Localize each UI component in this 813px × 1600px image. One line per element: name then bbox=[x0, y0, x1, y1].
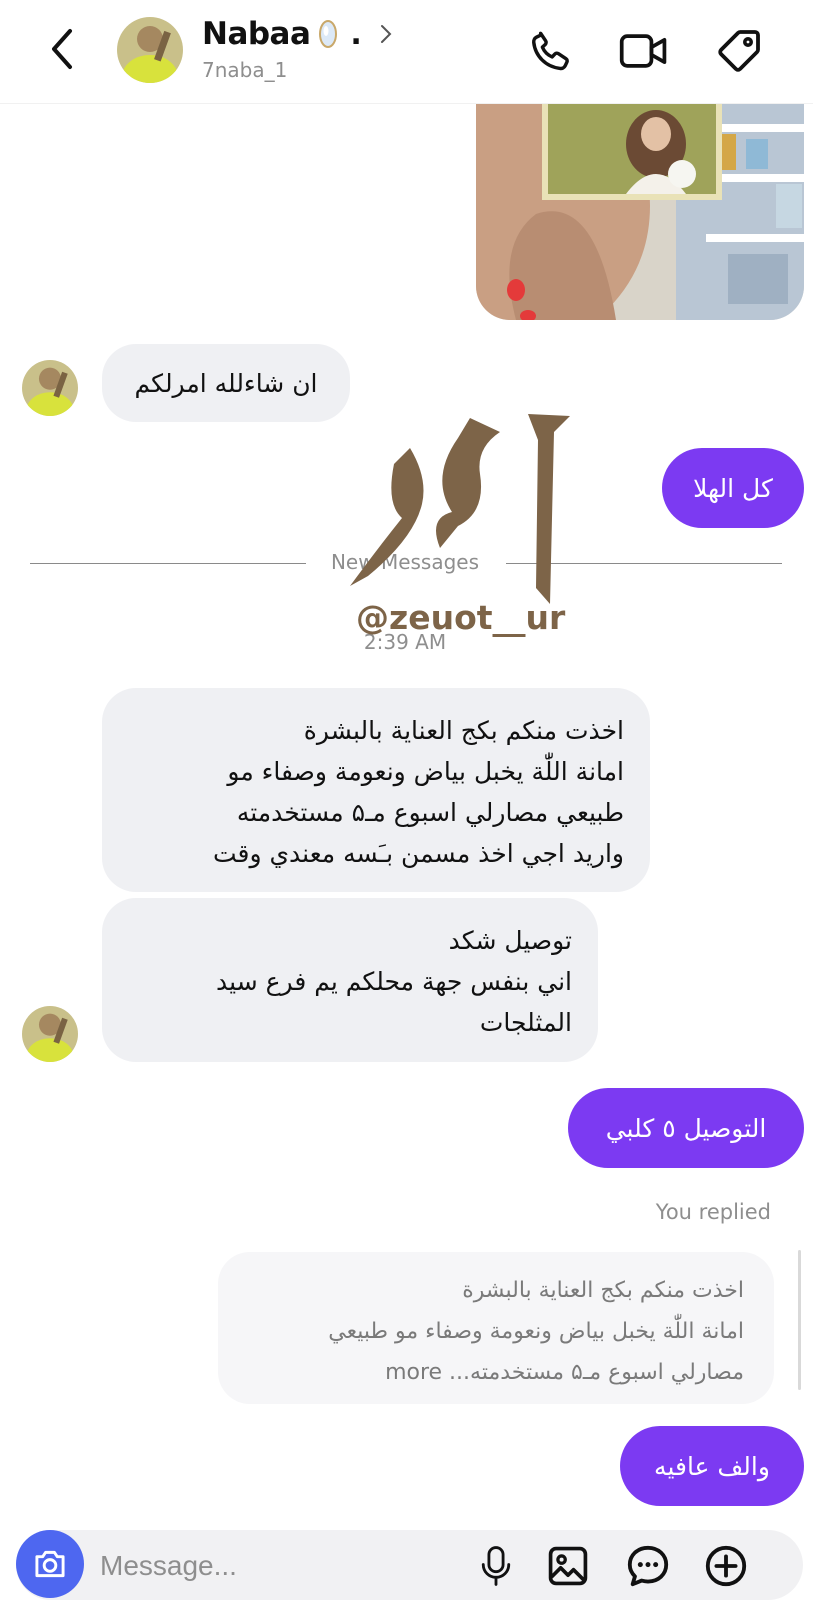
message-text: كل الهلا bbox=[693, 473, 773, 503]
incoming-message[interactable]: اخذت منكم بكج العناية بالبشرة امانة اللّ… bbox=[102, 688, 650, 892]
phone-icon bbox=[532, 31, 569, 71]
camera-icon bbox=[35, 1550, 65, 1578]
message-line: توصيل شكد bbox=[448, 926, 572, 955]
outgoing-message[interactable]: التوصيل ٥ كلبي bbox=[568, 1088, 804, 1168]
message-line: طبيعي مصارلي اسبوع مـ۵ مستخدمته bbox=[236, 798, 624, 827]
you-replied-label: You replied bbox=[655, 1200, 771, 1224]
sticker-icon bbox=[627, 1545, 669, 1587]
chat-header: Nabaa . 7naba_1 bbox=[0, 0, 813, 104]
voice-message-button[interactable] bbox=[470, 1538, 522, 1594]
new-messages-label: New Messages bbox=[330, 550, 480, 574]
message-line: امانة اللّٰة يخبل بياض ونعومة وصفاء مو bbox=[227, 757, 624, 786]
gallery-button[interactable] bbox=[542, 1538, 594, 1594]
contact-name: Nabaa bbox=[202, 16, 311, 52]
sender-avatar[interactable] bbox=[22, 1006, 78, 1062]
more-options-button[interactable] bbox=[700, 1538, 752, 1594]
outgoing-message[interactable]: كل الهلا bbox=[662, 448, 804, 528]
message-line: واريد اجي اخذ مسمن بـَسه معندي وقت bbox=[212, 839, 624, 868]
message-input[interactable] bbox=[100, 1540, 460, 1592]
voice-call-button[interactable] bbox=[524, 24, 578, 78]
back-icon bbox=[52, 29, 72, 69]
message-text: ان شاءلله امرلكم bbox=[134, 368, 318, 398]
tag-icon bbox=[718, 30, 760, 72]
video-call-button[interactable] bbox=[617, 24, 671, 78]
name-suffix: . bbox=[350, 16, 362, 52]
back-button[interactable] bbox=[40, 25, 84, 73]
video-call-icon bbox=[619, 34, 667, 68]
microphone-icon bbox=[481, 1546, 511, 1586]
message-text: التوصيل ٥ كلبي bbox=[605, 1113, 767, 1143]
quote-line: اخذت منكم بكج العناية بالبشرة bbox=[462, 1278, 744, 1303]
divider-left bbox=[30, 563, 306, 564]
outgoing-message[interactable]: والف عافيه bbox=[620, 1426, 804, 1506]
gallery-icon bbox=[548, 1546, 588, 1586]
contact-name-row[interactable]: Nabaa . bbox=[202, 14, 392, 54]
image-message[interactable] bbox=[476, 104, 804, 320]
message-line: المثلجات bbox=[479, 1008, 572, 1037]
incoming-message[interactable]: توصيل شكد اني بنفس جهة محلكم يم فرع سيد … bbox=[102, 898, 598, 1062]
message-text: والف عافيه bbox=[654, 1451, 770, 1481]
mirror-emoji-icon bbox=[319, 20, 338, 48]
watermark-handle: @zeuot__ur bbox=[356, 598, 566, 637]
quote-line: مصارلي اسبوع مـ۵ مستخدمته... more bbox=[385, 1360, 744, 1385]
plus-icon bbox=[705, 1545, 747, 1587]
message-line: اخذت منكم بكج العناية بالبشرة bbox=[303, 716, 624, 745]
tag-button[interactable] bbox=[712, 24, 766, 78]
incoming-message[interactable]: ان شاءلله امرلكم bbox=[102, 344, 350, 422]
sticker-button[interactable] bbox=[622, 1538, 674, 1594]
camera-button[interactable] bbox=[16, 1530, 84, 1598]
chevron-right-icon bbox=[380, 25, 392, 43]
watermark-logo bbox=[350, 414, 570, 604]
divider-right bbox=[506, 563, 782, 564]
reply-indicator-bar bbox=[798, 1250, 801, 1390]
message-line: اني بنفس جهة محلكم يم فرع سيد bbox=[216, 967, 572, 996]
quote-line: امانة اللّٰة يخبل بياض ونعومة وصفاء مو ط… bbox=[328, 1319, 744, 1344]
contact-username: 7naba_1 bbox=[202, 58, 288, 82]
replied-message-quote[interactable]: اخذت منكم بكج العناية بالبشرة امانة اللّ… bbox=[218, 1252, 774, 1404]
sender-avatar[interactable] bbox=[22, 360, 78, 416]
contact-avatar[interactable] bbox=[117, 17, 183, 83]
